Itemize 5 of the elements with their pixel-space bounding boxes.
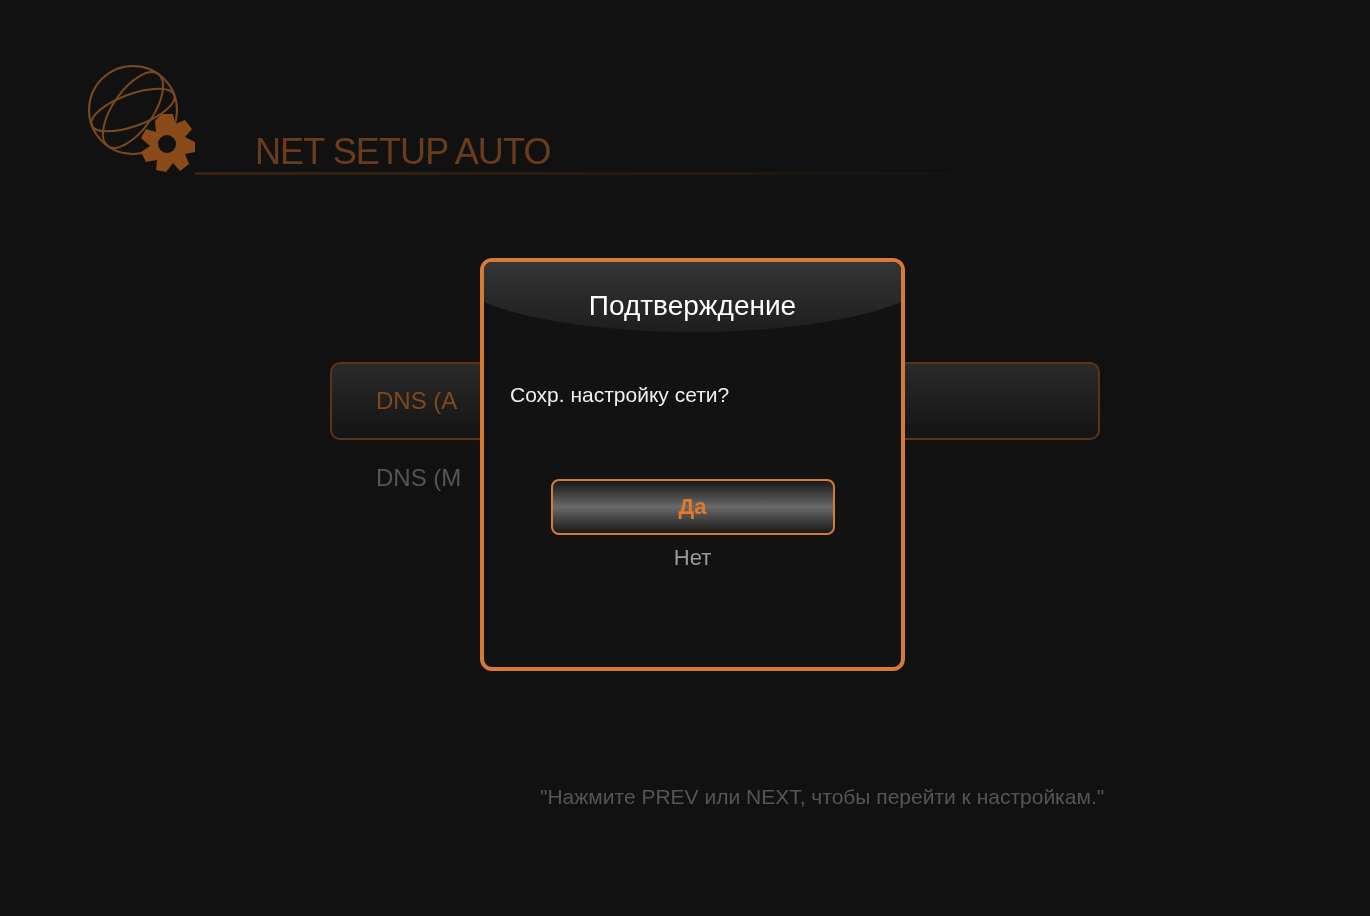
dialog-title: Подтверждение (588, 292, 797, 320)
dialog-message: Сохр. настройку сети? (510, 384, 730, 405)
hint-text: "Нажмите PREV или NEXT, чтобы перейти к настройкам." (540, 786, 1105, 807)
screen-title: NET SETUP AUTO (255, 134, 551, 170)
dialog-option-button[interactable]: Нет (550, 535, 835, 581)
